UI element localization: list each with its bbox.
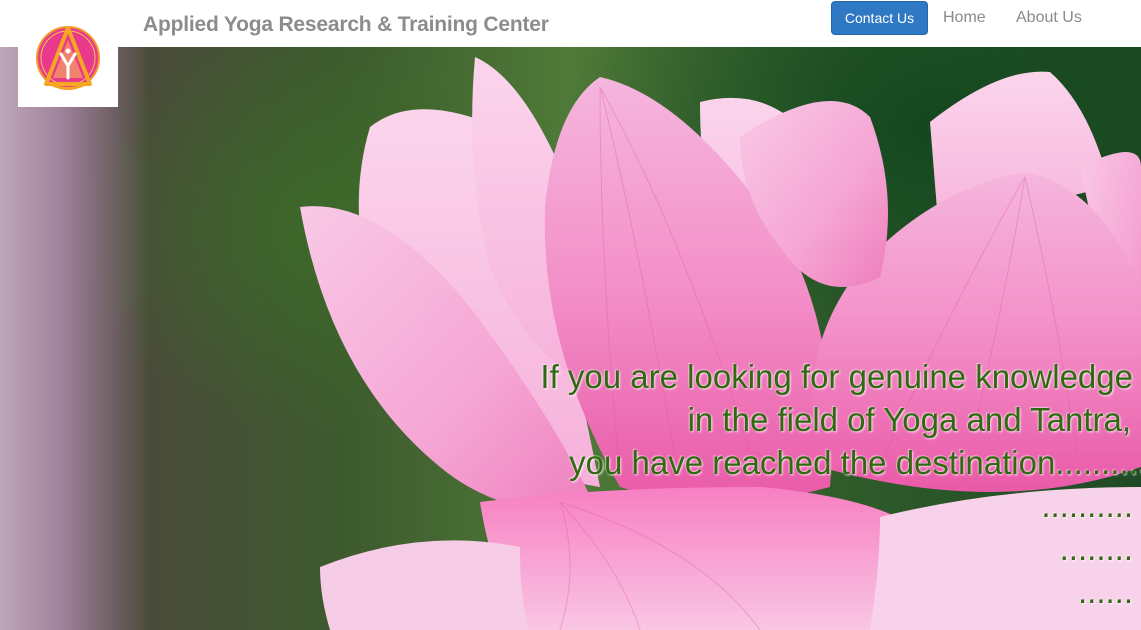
hero-tagline: If you are looking for genuine knowledge… (433, 355, 1141, 613)
site-title[interactable]: Applied Yoga Research & Training Center (143, 13, 549, 37)
hero-line-6: ...... (1077, 573, 1133, 610)
hero-line-1: If you are looking for genuine knowledge (540, 358, 1133, 395)
contact-us-button[interactable]: Contact Us (831, 1, 928, 35)
nav-about-link[interactable]: About Us (1016, 9, 1082, 27)
site-header: Applied Yoga Research & Training Center … (0, 0, 1141, 47)
nav-home-link[interactable]: Home (943, 9, 986, 27)
hero-line-4: .......... (1041, 487, 1133, 524)
hero-banner: If you are looking for genuine knowledge… (0, 47, 1141, 630)
yoga-center-logo-icon (36, 26, 100, 90)
hero-line-5: ........ (1059, 530, 1133, 567)
hero-line-3: you have reached the destination........… (569, 444, 1141, 481)
hero-line-2: in the field of Yoga and Tantra, (687, 401, 1131, 438)
site-logo[interactable] (18, 8, 118, 107)
